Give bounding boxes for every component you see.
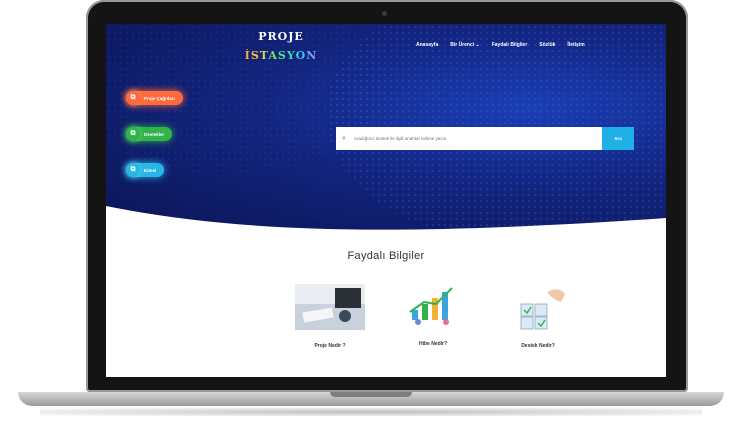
- search-bar: ⌕ Ara: [336, 127, 634, 150]
- site-logo[interactable]: PROJE İSTASYON: [236, 30, 326, 62]
- nav-item-useful-info[interactable]: Faydalı Bilgiler: [492, 42, 528, 48]
- nav-item-contact[interactable]: İletişim: [567, 42, 584, 48]
- nav-item-menu[interactable]: Bir Ürenci ⌄: [450, 42, 479, 48]
- camera-icon: [382, 11, 387, 16]
- main-nav: Anasayfa Bir Ürenci ⌄ Faydalı Bilgiler S…: [416, 42, 585, 48]
- laptop-desk-image: [295, 284, 365, 330]
- browser-screen: PROJE İSTASYON Anasayfa Bir Ürenci ⌄ Fay…: [106, 24, 666, 377]
- logo-line-2: İSTASYON: [236, 49, 326, 62]
- card-caption: Proje Nedir ?: [314, 343, 346, 349]
- search-icon: ⌕: [342, 134, 346, 142]
- project-calls-button[interactable]: ⧉ Proje Çağrıları: [126, 91, 183, 105]
- kimsi-button[interactable]: ⧉ Kimsi: [126, 163, 165, 177]
- laptop-notch: [330, 392, 412, 397]
- search-input[interactable]: [352, 135, 602, 142]
- copy-icon: ⧉: [126, 163, 140, 177]
- hero-wave: [106, 206, 666, 254]
- laptop-shadow: [40, 408, 702, 416]
- card-project[interactable]: Proje Nedir ?: [290, 284, 370, 349]
- card-caption: Hibe Nedir?: [418, 341, 448, 347]
- copy-icon: ⧉: [126, 127, 140, 141]
- card-grant[interactable]: Hibe Nedir?: [393, 282, 473, 347]
- supports-button[interactable]: ⧉ Destekler: [126, 127, 173, 141]
- logo-line-1: PROJE: [258, 30, 304, 43]
- project-calls-label: Proje Çağrıları: [144, 95, 175, 101]
- growth-chart-image: [398, 282, 468, 328]
- section-title: Faydalı Bilgiler: [347, 250, 425, 262]
- card-support[interactable]: Destek Nedir?: [498, 284, 578, 349]
- checkbox-hand-image: [503, 284, 573, 330]
- copy-icon: ⧉: [126, 91, 140, 105]
- search-button[interactable]: Ara: [602, 127, 634, 150]
- card-caption: Destek Nedir?: [521, 343, 555, 349]
- nav-item-dictionary[interactable]: Sözlük: [539, 42, 555, 48]
- nav-item-home[interactable]: Anasayfa: [416, 42, 438, 48]
- supports-label: Destekler: [144, 131, 165, 137]
- kimsi-label: Kimsi: [144, 167, 157, 173]
